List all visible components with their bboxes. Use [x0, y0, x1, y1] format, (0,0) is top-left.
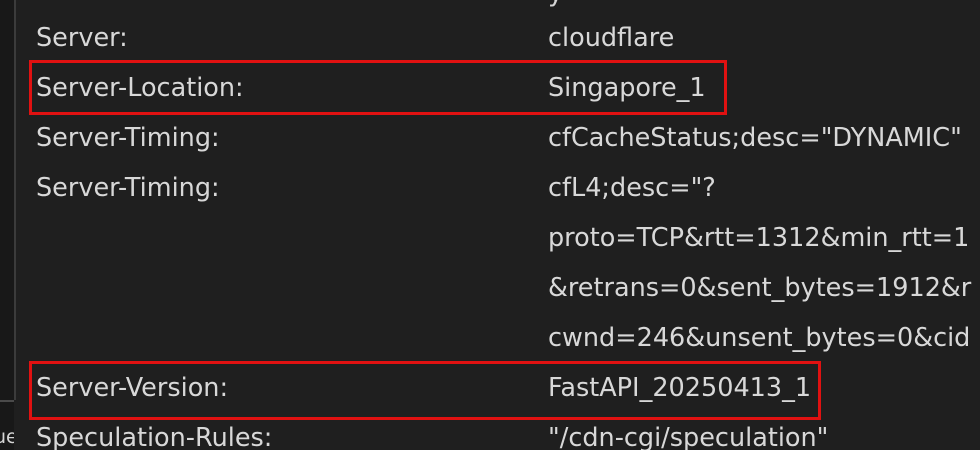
header-name: Server-Timing:: [36, 173, 220, 203]
header-name: Speculation-Rules:: [36, 423, 273, 450]
header-row-server-timing: Server-Timing: cfL4;desc="?: [0, 163, 980, 213]
header-name: Server-Version:: [36, 373, 229, 403]
header-name: Server:: [36, 23, 128, 53]
header-value: "/cdn-cgi/speculation": [548, 423, 829, 450]
header-name: Server-Timing:: [36, 123, 220, 153]
header-rows: Server: cloudflare Server-Location: Sing…: [0, 0, 980, 450]
header-value: &retrans=0&sent_bytes=1912&r: [548, 273, 972, 303]
header-value: Singapore_1: [548, 73, 706, 103]
header-value: cfL4;desc="?: [548, 173, 716, 203]
header-row-continuation: cwnd=246&unsent_bytes=0&cid: [0, 313, 980, 363]
header-row-continuation: proto=TCP&rtt=1312&min_rtt=1: [0, 213, 980, 263]
header-row-server-location: Server-Location: Singapore_1: [0, 63, 980, 113]
header-value: FastAPI_20250413_1: [548, 373, 812, 403]
header-name: Server-Location:: [36, 73, 244, 103]
header-row-continuation: &retrans=0&sent_bytes=1912&r: [0, 263, 980, 313]
header-row-speculation-rules: Speculation-Rules: "/cdn-cgi/speculation…: [0, 413, 980, 450]
header-row-server: Server: cloudflare: [0, 13, 980, 63]
header-value: cwnd=246&unsent_bytes=0&cid: [548, 323, 971, 353]
response-headers-panel: ue y Server: cloudflare Server-Location:…: [0, 0, 980, 450]
header-row-server-version: Server-Version: FastAPI_20250413_1: [0, 363, 980, 413]
header-value: proto=TCP&rtt=1312&min_rtt=1: [548, 223, 970, 253]
header-value: cloudflare: [548, 23, 675, 53]
header-row-server-timing: Server-Timing: cfCacheStatus;desc="DYNAM…: [0, 113, 980, 163]
header-value: cfCacheStatus;desc="DYNAMIC": [548, 123, 962, 153]
